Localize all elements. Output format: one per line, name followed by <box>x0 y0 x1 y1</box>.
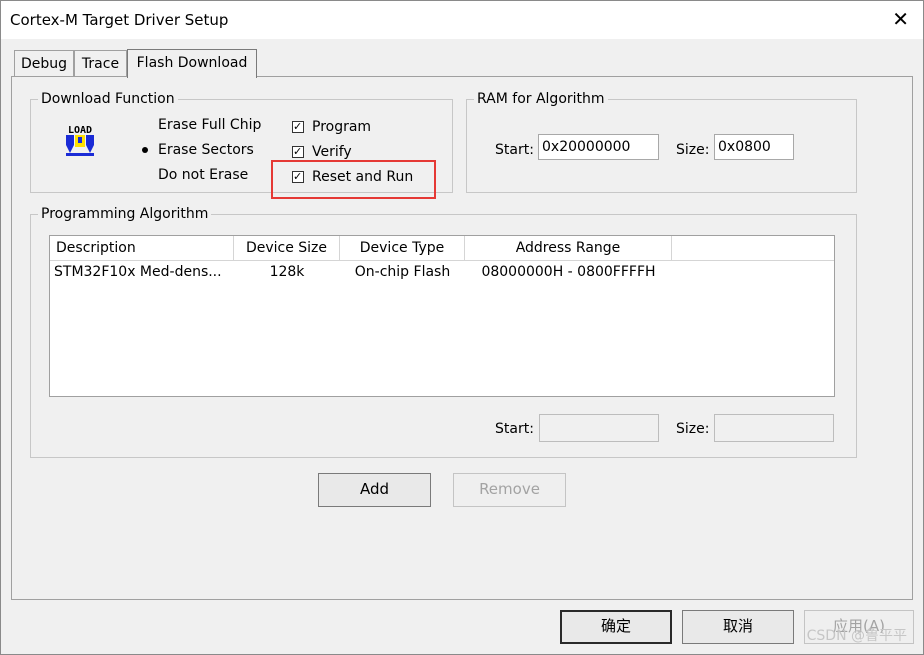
cell-description: STM32F10x Med-dens... <box>54 264 222 280</box>
checkbox-label: Reset and Run <box>312 169 414 185</box>
radio-do-not-erase[interactable]: Do not Erase <box>139 165 248 185</box>
algo-start-input[interactable] <box>539 414 659 442</box>
cell-device-type: On-chip Flash <box>354 264 451 280</box>
ram-size-input[interactable] <box>714 134 794 160</box>
radio-erase-full-chip[interactable]: Erase Full Chip <box>139 115 261 135</box>
radio-button[interactable] <box>139 144 151 156</box>
close-icon[interactable]: ✕ <box>892 9 909 29</box>
radio-label: Do not Erase <box>158 167 249 183</box>
checkbox-box[interactable] <box>292 146 304 158</box>
cell-address-range: 08000000H - 0800FFFFH <box>481 264 656 280</box>
ok-button[interactable]: 确定 <box>560 610 672 644</box>
tab-flash-download[interactable]: Flash Download <box>127 49 257 78</box>
checkbox-label: Program <box>312 119 372 135</box>
radio-label: Erase Full Chip <box>158 117 262 133</box>
svg-text:LOAD: LOAD <box>68 125 92 136</box>
download-function-group: Download Function LOAD Erase Full Chip E… <box>30 89 453 193</box>
tab-debug[interactable]: Debug <box>14 50 74 76</box>
remove-button[interactable]: Remove <box>453 473 566 507</box>
checkbox-verify[interactable]: Verify <box>292 142 352 162</box>
tab-trace[interactable]: Trace <box>74 50 127 76</box>
list-header: Description Device Size Device Type Addr… <box>50 236 834 261</box>
checkbox-box[interactable] <box>292 121 304 133</box>
add-button[interactable]: Add <box>318 473 431 507</box>
dialog-window: Cortex-M Target Driver Setup ✕ Debug Tra… <box>0 0 924 655</box>
checkbox-label: Verify <box>312 144 352 160</box>
radio-label: Erase Sectors <box>158 142 254 158</box>
checkbox-box[interactable] <box>292 171 304 183</box>
load-icon: LOAD <box>64 123 96 157</box>
radio-button[interactable] <box>139 119 151 131</box>
title-bar[interactable]: Cortex-M Target Driver Setup ✕ <box>1 1 923 39</box>
algo-start-label: Start: <box>495 421 534 437</box>
column-description[interactable]: Description <box>50 236 234 260</box>
column-address-range[interactable]: Address Range <box>465 236 672 260</box>
algo-size-input[interactable] <box>714 414 834 442</box>
watermark: CSDN @鲁平平 <box>806 628 907 644</box>
algo-size-label: Size: <box>676 421 710 437</box>
ram-size-label: Size: <box>676 142 710 158</box>
column-device-type[interactable]: Device Type <box>340 236 465 260</box>
window-title: Cortex-M Target Driver Setup <box>10 11 229 29</box>
cancel-button[interactable]: 取消 <box>682 610 794 644</box>
flash-download-panel: Download Function LOAD Erase Full Chip E… <box>11 76 913 600</box>
checkbox-program[interactable]: Program <box>292 117 371 137</box>
column-device-size[interactable]: Device Size <box>234 236 340 260</box>
checkbox-reset-and-run[interactable]: Reset and Run <box>292 167 413 187</box>
radio-button[interactable] <box>139 169 151 181</box>
ram-for-algorithm-title: RAM for Algorithm <box>474 89 608 109</box>
radio-erase-sectors[interactable]: Erase Sectors <box>139 140 254 160</box>
programming-algorithm-title: Programming Algorithm <box>38 204 212 224</box>
cell-device-size: 128k <box>269 264 305 280</box>
algorithm-list[interactable]: Description Device Size Device Type Addr… <box>49 235 835 397</box>
download-function-title: Download Function <box>38 89 178 109</box>
table-row[interactable]: STM32F10x Med-dens... 128k On-chip Flash… <box>50 261 834 283</box>
ram-start-label: Start: <box>495 142 534 158</box>
ram-start-input[interactable] <box>538 134 659 160</box>
ram-for-algorithm-group: RAM for Algorithm Start: Size: <box>466 89 857 193</box>
